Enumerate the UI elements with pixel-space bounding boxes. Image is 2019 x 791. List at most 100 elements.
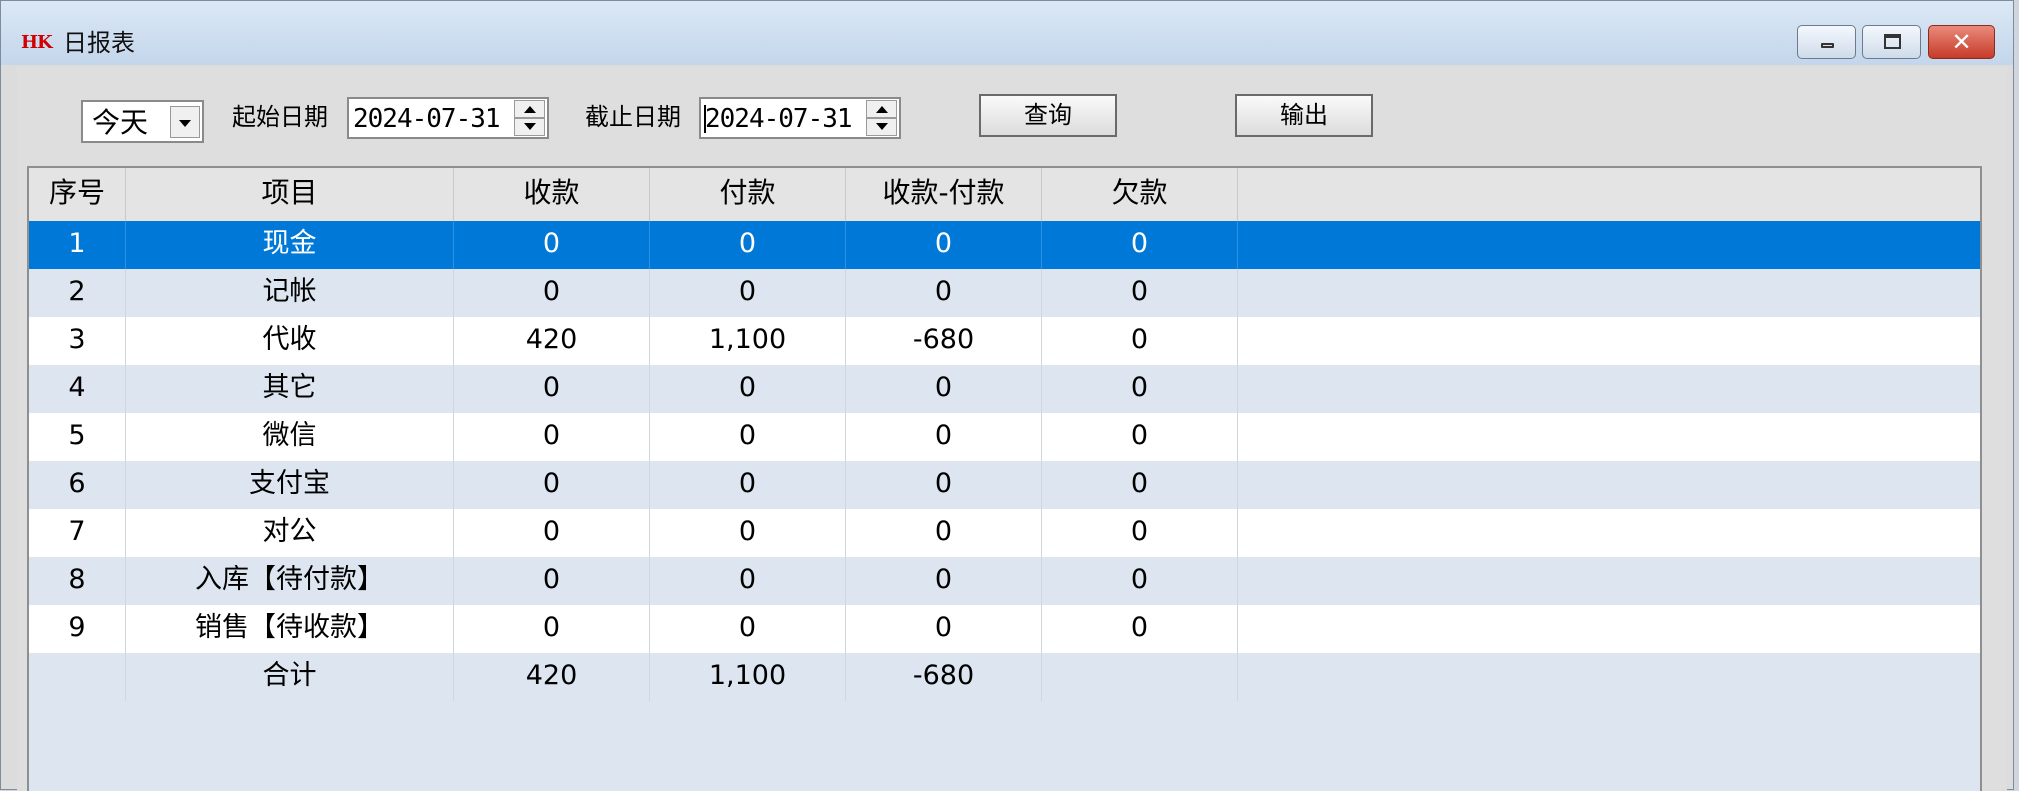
table-row[interactable]: 9 销售【待收款】 0 0 0 0	[29, 605, 1980, 653]
end-date-up-button[interactable]	[866, 100, 897, 118]
debt-amount: 0	[1042, 317, 1238, 365]
column-header[interactable]: 收款-付款	[846, 168, 1042, 221]
row-number: 7	[29, 509, 126, 557]
row-number: 9	[29, 605, 126, 653]
total-debt	[1042, 653, 1238, 701]
total-net: -680	[846, 653, 1042, 701]
row-number: 5	[29, 413, 126, 461]
debt-amount: 0	[1042, 461, 1238, 509]
debt-amount: 0	[1042, 365, 1238, 413]
app-logo-icon: HK	[21, 32, 53, 53]
receipt-amount: 0	[454, 365, 650, 413]
column-header[interactable]: 项目	[126, 168, 454, 221]
receipt-amount: 0	[454, 557, 650, 605]
debt-amount: 0	[1042, 221, 1238, 269]
receipt-amount: 0	[454, 605, 650, 653]
item-name: 微信	[126, 413, 454, 461]
window-title: 日报表	[63, 29, 135, 57]
end-date-label: 截止日期	[585, 103, 681, 131]
item-name: 记帐	[126, 269, 454, 317]
table-row[interactable]: 1 现金 0 0 0 0	[29, 221, 1980, 269]
item-name: 对公	[126, 509, 454, 557]
receipt-amount: 0	[454, 269, 650, 317]
debt-amount: 0	[1042, 557, 1238, 605]
report-window: HK 日报表 ✕ 今天 起始日期 2024-07-31 截止日期 2024-07…	[0, 0, 2014, 791]
item-name: 销售【待收款】	[126, 605, 454, 653]
payment-amount: 0	[650, 413, 846, 461]
net-amount: 0	[846, 557, 1042, 605]
item-name: 支付宝	[126, 461, 454, 509]
receipt-amount: 0	[454, 413, 650, 461]
maximize-button[interactable]	[1862, 25, 1921, 59]
table-row[interactable]: 6 支付宝 0 0 0 0	[29, 461, 1980, 509]
item-name: 入库【待付款】	[126, 557, 454, 605]
row-number: 8	[29, 557, 126, 605]
debt-amount: 0	[1042, 509, 1238, 557]
net-amount: 0	[846, 509, 1042, 557]
table-row[interactable]: 7 对公 0 0 0 0	[29, 509, 1980, 557]
payment-amount: 0	[650, 557, 846, 605]
arrow-up-icon	[876, 106, 888, 113]
payment-amount: 1,100	[650, 317, 846, 365]
item-name: 代收	[126, 317, 454, 365]
total-receipt: 420	[454, 653, 650, 701]
query-button[interactable]: 查询	[979, 94, 1117, 137]
payment-amount: 0	[650, 509, 846, 557]
chevron-down-icon	[179, 120, 191, 127]
table-row[interactable]: 3 代收 420 1,100 -680 0	[29, 317, 1980, 365]
table-row[interactable]: 4 其它 0 0 0 0	[29, 365, 1980, 413]
net-amount: 0	[846, 413, 1042, 461]
payment-amount: 0	[650, 365, 846, 413]
payment-amount: 0	[650, 221, 846, 269]
column-header[interactable]: 序号	[29, 168, 126, 221]
minimize-button[interactable]	[1797, 25, 1856, 59]
debt-amount: 0	[1042, 413, 1238, 461]
row-number: 1	[29, 221, 126, 269]
period-select[interactable]: 今天	[81, 100, 204, 143]
start-date-label: 起始日期	[232, 103, 328, 131]
payment-amount: 0	[650, 461, 846, 509]
net-amount: 0	[846, 221, 1042, 269]
export-button[interactable]: 输出	[1235, 94, 1373, 137]
net-amount: 0	[846, 605, 1042, 653]
receipt-amount: 0	[454, 509, 650, 557]
total-payment: 1,100	[650, 653, 846, 701]
arrow-down-icon	[876, 123, 888, 130]
title-bar[interactable]: HK 日报表 ✕	[1, 1, 2013, 65]
total-label: 合计	[126, 653, 454, 701]
period-select-value: 今天	[92, 106, 149, 139]
arrow-up-icon	[524, 106, 536, 113]
end-date-down-button[interactable]	[866, 118, 897, 136]
end-date-spinner[interactable]	[866, 100, 897, 136]
net-amount: 0	[846, 269, 1042, 317]
table-row[interactable]: 2 记帐 0 0 0 0	[29, 269, 1980, 317]
maximize-icon	[1884, 34, 1901, 49]
net-amount: 0	[846, 461, 1042, 509]
item-name: 其它	[126, 365, 454, 413]
receipt-amount: 420	[454, 317, 650, 365]
column-header[interactable]: 欠款	[1042, 168, 1238, 221]
total-row: 合计 420 1,100 -680	[29, 653, 1980, 701]
row-number: 6	[29, 461, 126, 509]
report-table[interactable]: 序号 项目 收款 付款 收款-付款 欠款 1 现金 0 0 0 0 2 记帐 0…	[27, 166, 1982, 791]
table-row[interactable]: 5 微信 0 0 0 0	[29, 413, 1980, 461]
close-button[interactable]: ✕	[1928, 25, 1995, 59]
receipt-amount: 0	[454, 221, 650, 269]
start-date-spinner[interactable]	[514, 100, 545, 136]
debt-amount: 0	[1042, 269, 1238, 317]
end-date-field[interactable]: 2024-07-31	[699, 97, 901, 139]
arrow-down-icon	[524, 123, 536, 130]
start-date-value: 2024-07-31	[353, 104, 501, 134]
net-amount: 0	[846, 365, 1042, 413]
start-date-down-button[interactable]	[514, 118, 545, 136]
payment-amount: 0	[650, 269, 846, 317]
net-amount: -680	[846, 317, 1042, 365]
start-date-up-button[interactable]	[514, 100, 545, 118]
table-row[interactable]: 8 入库【待付款】 0 0 0 0	[29, 557, 1980, 605]
column-header[interactable]: 付款	[650, 168, 846, 221]
payment-amount: 0	[650, 605, 846, 653]
period-dropdown-button[interactable]	[170, 106, 200, 138]
column-header[interactable]: 收款	[454, 168, 650, 221]
close-icon: ✕	[1951, 28, 1972, 56]
start-date-field[interactable]: 2024-07-31	[347, 97, 549, 139]
